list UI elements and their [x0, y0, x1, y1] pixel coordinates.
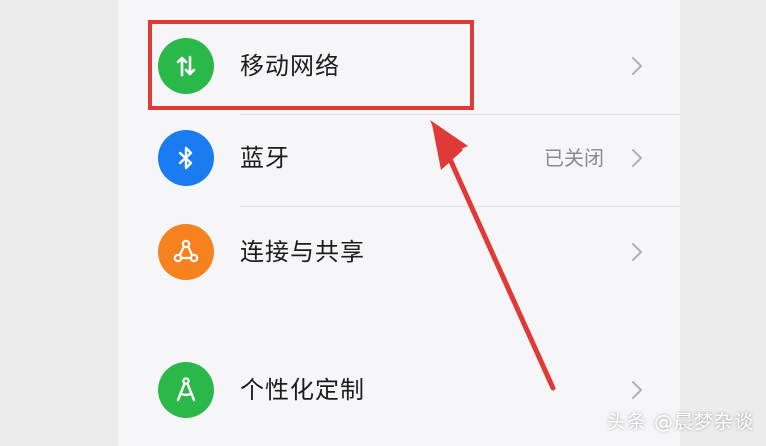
watermark: 头条 @晨梦杂谈 — [606, 411, 754, 433]
annotation-arrow — [430, 120, 556, 391]
